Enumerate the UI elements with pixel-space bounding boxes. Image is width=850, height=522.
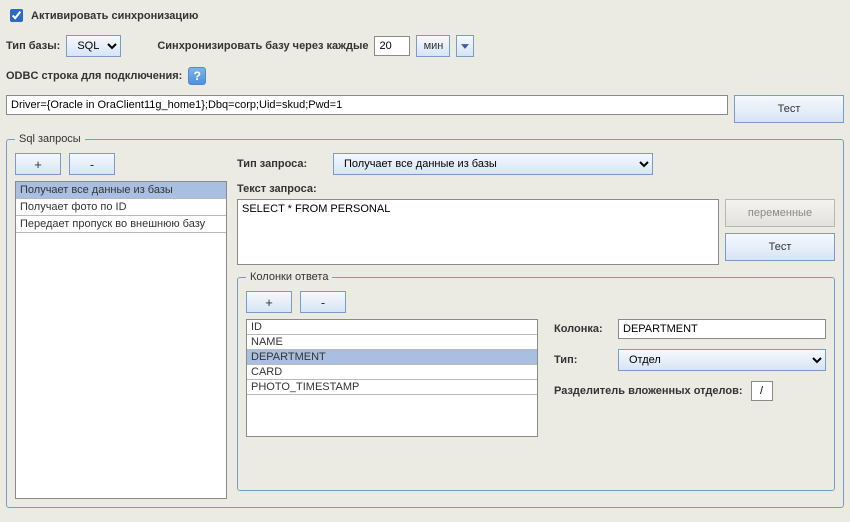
column-item[interactable]: DEPARTMENT [247,350,537,365]
column-item[interactable]: PHOTO_TIMESTAMP [247,380,537,395]
variables-button: переменные [725,199,835,227]
separator-label: Разделитель вложенных отделов: [554,385,743,397]
db-type-select[interactable]: SQL [66,35,121,57]
sql-queries-fieldset: Sql запросы + - Получает все данные из б… [6,133,844,508]
columns-legend: Колонки ответа [246,271,332,283]
column-item[interactable]: NAME [247,335,537,350]
help-icon[interactable]: ? [188,67,206,85]
odbc-input[interactable] [6,95,728,115]
odbc-row: Тест [6,95,844,123]
columns-body: ID NAME DEPARTMENT CARD PHOTO_TIMESTAMP … [246,319,826,437]
queries-right: Тип запроса: Получает все данные из базы… [237,153,835,499]
queries-btn-bar: + - [15,153,227,175]
remove-query-button[interactable]: - [69,153,115,175]
query-text-label: Текст запроса: [237,183,835,195]
column-item[interactable]: ID [247,320,537,335]
query-type-label: Тип запроса: [237,158,327,170]
queries-left: + - Получает все данные из базы Получает… [15,153,227,499]
sync-unit-dropdown[interactable] [456,35,474,57]
odbc-label: ODBC строка для подключения: [6,70,182,82]
columns-fieldset: Колонки ответа + - ID NAME DEPARTMENT CA… [237,271,835,491]
column-type-select[interactable]: Отдел [618,349,826,371]
test-query-button[interactable]: Тест [725,233,835,261]
add-column-button[interactable]: + [246,291,292,313]
list-item[interactable]: Передает пропуск во внешнюю базу [16,216,226,233]
queries-body: + - Получает все данные из базы Получает… [15,153,835,499]
activate-sync-row: Активировать синхронизацию [6,6,844,25]
query-side-buttons: переменные Тест [725,199,835,265]
activate-sync-checkbox[interactable] [10,9,23,22]
sql-queries-legend: Sql запросы [15,133,85,145]
add-query-button[interactable]: + [15,153,61,175]
activate-sync-label: Активировать синхронизацию [31,10,198,22]
separator-input[interactable] [751,381,773,401]
query-text-textarea[interactable]: SELECT * FROM PERSONAL [237,199,719,265]
remove-column-button[interactable]: - [300,291,346,313]
separator-row: Разделитель вложенных отделов: [554,381,826,401]
columns-right: Колонка: Тип: Отдел Раз [554,319,826,437]
columns-listbox[interactable]: ID NAME DEPARTMENT CARD PHOTO_TIMESTAMP [246,319,538,437]
list-item[interactable]: Получает все данные из базы [16,182,226,199]
db-type-row: Тип базы: SQL Синхронизировать базу чере… [6,35,844,57]
query-text-row: SELECT * FROM PERSONAL переменные Тест [237,199,835,265]
test-connection-button[interactable]: Тест [734,95,844,123]
columns-left: ID NAME DEPARTMENT CARD PHOTO_TIMESTAMP [246,319,538,437]
column-item[interactable]: CARD [247,365,537,380]
queries-listbox[interactable]: Получает все данные из базы Получает фот… [15,181,227,499]
column-name-row: Колонка: [554,319,826,339]
sync-unit-label: мин [416,35,450,57]
db-type-select-inner[interactable]: SQL [67,36,120,56]
columns-btn-bar: + - [246,291,826,313]
sync-interval-label: Синхронизировать базу через каждые [157,40,368,52]
query-type-row: Тип запроса: Получает все данные из базы [237,153,835,175]
list-item[interactable]: Получает фото по ID [16,199,226,216]
column-type-row: Тип: Отдел [554,349,826,371]
sync-interval-input[interactable] [374,36,410,56]
query-type-select-inner[interactable]: Получает все данные из базы [334,154,652,174]
column-type-label: Тип: [554,354,610,366]
chevron-down-icon [461,44,469,49]
query-type-select[interactable]: Получает все данные из базы [333,153,653,175]
odbc-label-row: ODBC строка для подключения: ? [6,67,844,85]
column-name-label: Колонка: [554,323,610,335]
column-name-input[interactable] [618,319,826,339]
db-type-label: Тип базы: [6,40,60,52]
column-type-select-inner[interactable]: Отдел [619,350,825,370]
